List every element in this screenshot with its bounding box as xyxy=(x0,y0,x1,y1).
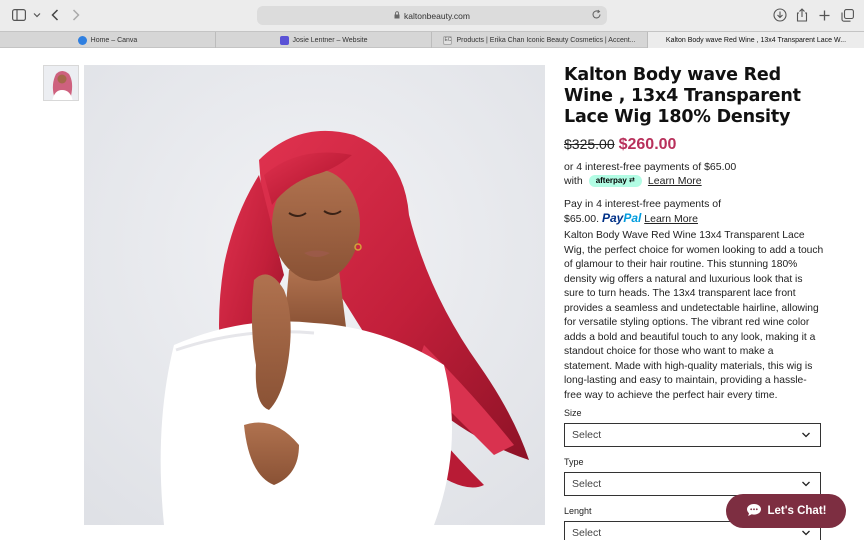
size-label: Size xyxy=(564,408,582,418)
type-select[interactable]: Select xyxy=(564,472,821,496)
forward-icon[interactable] xyxy=(68,7,84,23)
length-select-value: Select xyxy=(572,527,602,539)
chevron-down-icon xyxy=(801,479,811,492)
tab-label: Josie Lentner – Website xyxy=(292,36,368,44)
back-icon[interactable] xyxy=(47,7,63,23)
download-icon[interactable] xyxy=(772,7,788,23)
afterpay-row: with afterpay ⇄ Learn More xyxy=(564,174,824,188)
new-tab-icon[interactable] xyxy=(816,7,832,23)
lets-chat-button[interactable]: Let's Chat! xyxy=(726,494,846,528)
original-price: $325.00 xyxy=(564,136,615,152)
tab-label: Home – Canva xyxy=(90,36,138,44)
paypal-row: $65.00. PayPal Learn More xyxy=(564,211,824,226)
chevron-down-icon xyxy=(801,528,811,540)
paypal-message: Pay in 4 interest-free payments of $65.0… xyxy=(564,197,824,226)
browser-toolbar: kaltonbeauty.com xyxy=(0,0,864,31)
length-label: Lenght xyxy=(564,506,592,516)
afterpay-message: or 4 interest-free payments of $65.00 wi… xyxy=(564,160,824,188)
type-label: Type xyxy=(564,457,584,467)
tab-label: Kalton Body wave Red Wine , 13x4 Transpa… xyxy=(665,36,847,44)
product-description: Kalton Body Wave Red Wine 13x4 Transpare… xyxy=(564,230,824,401)
ec-favicon-icon: EC xyxy=(443,35,453,45)
tab-josie-lentner[interactable]: Josie Lentner – Website xyxy=(216,32,432,48)
url-text: kaltonbeauty.com xyxy=(404,10,470,21)
sidebar-toggle-icon[interactable] xyxy=(11,7,27,23)
paypal-logo-pal: Pal xyxy=(623,211,642,225)
type-select-value: Select xyxy=(572,478,602,490)
paypal-logo-pay: Pay xyxy=(601,211,624,225)
canva-favicon-icon xyxy=(77,35,87,45)
afterpay-line: or 4 interest-free payments of $65.00 xyxy=(564,161,737,173)
product-title: Kalton Body wave Red Wine , 13x4 Transpa… xyxy=(564,65,801,127)
afterpay-with: with xyxy=(564,175,583,187)
tab-bar: Home – Canva Josie Lentner – Website EC … xyxy=(0,31,864,48)
paypal-amount: $65.00. xyxy=(564,213,600,225)
paypal-logo: PayPal xyxy=(602,211,641,225)
size-select[interactable]: Select xyxy=(564,423,821,447)
lock-icon xyxy=(394,10,400,21)
afterpay-arrows-icon: ⇄ xyxy=(629,177,635,184)
chat-label: Let's Chat! xyxy=(767,505,827,517)
paypal-learn-more-link[interactable]: Learn More xyxy=(644,213,698,225)
tab-erika-chan[interactable]: EC Products | Erika Chan Iconic Beauty C… xyxy=(432,32,648,48)
product-main-image[interactable] xyxy=(84,65,545,525)
price-row: $325.00 $260.00 xyxy=(564,136,824,154)
product-info: Kalton Body wave Red Wine , 13x4 Transpa… xyxy=(564,65,824,403)
paypal-line: Pay in 4 interest-free payments of xyxy=(564,198,721,210)
afterpay-logo: afterpay ⇄ xyxy=(588,175,642,187)
sale-price: $260.00 xyxy=(618,136,677,153)
address-bar[interactable]: kaltonbeauty.com xyxy=(257,6,607,25)
tab-canva[interactable]: Home – Canva xyxy=(0,32,216,48)
thumbnail-image xyxy=(44,66,78,100)
afterpay-logo-text: afterpay xyxy=(595,176,627,185)
afterpay-learn-more-link[interactable]: Learn More xyxy=(648,174,702,188)
chevron-down-icon xyxy=(801,430,811,443)
share-icon[interactable] xyxy=(794,7,810,23)
tab-kalton-active[interactable]: Kalton Body wave Red Wine , 13x4 Transpa… xyxy=(648,32,864,48)
tab-label: Products | Erika Chan Iconic Beauty Cosm… xyxy=(456,36,636,44)
model-photo xyxy=(84,65,545,525)
product-thumbnail[interactable] xyxy=(43,65,79,101)
reload-icon[interactable] xyxy=(591,9,602,22)
tab-overview-icon[interactable] xyxy=(839,7,855,23)
website-favicon-icon xyxy=(279,35,289,45)
size-select-value: Select xyxy=(572,429,602,441)
chat-bubble-icon xyxy=(746,503,762,520)
chevron-down-icon[interactable] xyxy=(29,7,45,23)
